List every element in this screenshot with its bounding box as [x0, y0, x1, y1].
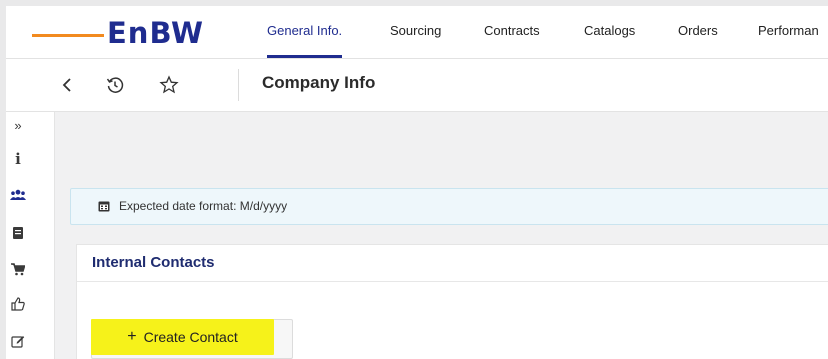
- edit-icon[interactable]: [6, 330, 30, 352]
- create-contact-button[interactable]: + Create Contact: [91, 319, 274, 355]
- back-arrow-icon[interactable]: [58, 75, 76, 95]
- info-icon[interactable]: i: [6, 148, 30, 170]
- page-title: Company Info: [262, 73, 376, 92]
- internal-contacts-card: Internal Contacts + Create Contact: [76, 244, 828, 359]
- brand-logo[interactable]: EnBW: [107, 15, 204, 51]
- history-icon[interactable]: [104, 74, 126, 96]
- tab-catalogs[interactable]: Catalogs: [584, 6, 635, 58]
- document-icon[interactable]: [6, 222, 30, 244]
- calendar-icon: [97, 199, 111, 213]
- expand-chevrons-icon[interactable]: »: [6, 114, 30, 136]
- thumbs-up-icon[interactable]: [6, 293, 30, 315]
- date-format-banner: Expected date format: M/d/yyyy: [70, 188, 828, 225]
- cart-icon[interactable]: [6, 258, 30, 280]
- top-navigation: EnBW General Info. Sourcing Contracts Ca…: [6, 6, 828, 59]
- tab-contracts[interactable]: Contracts: [484, 6, 540, 58]
- card-header: Internal Contacts: [77, 245, 828, 282]
- date-format-text: Expected date format: M/d/yyyy: [119, 199, 288, 213]
- star-icon[interactable]: [158, 74, 180, 96]
- app-window: EnBW General Info. Sourcing Contracts Ca…: [6, 6, 828, 359]
- tab-sourcing[interactable]: Sourcing: [390, 6, 441, 58]
- page-header: Company Info: [6, 59, 828, 112]
- header-divider: [238, 69, 239, 101]
- sidebar: » i: [6, 112, 55, 359]
- tab-orders[interactable]: Orders: [678, 6, 718, 58]
- tab-general-info[interactable]: General Info.: [267, 6, 343, 58]
- tab-performance[interactable]: Performan: [758, 6, 819, 58]
- card-title: Internal Contacts: [92, 254, 215, 271]
- create-contact-label: Create Contact: [143, 329, 238, 345]
- contacts-icon[interactable]: [6, 184, 30, 206]
- plus-icon: +: [127, 328, 137, 345]
- logo-accent-line: [32, 34, 104, 37]
